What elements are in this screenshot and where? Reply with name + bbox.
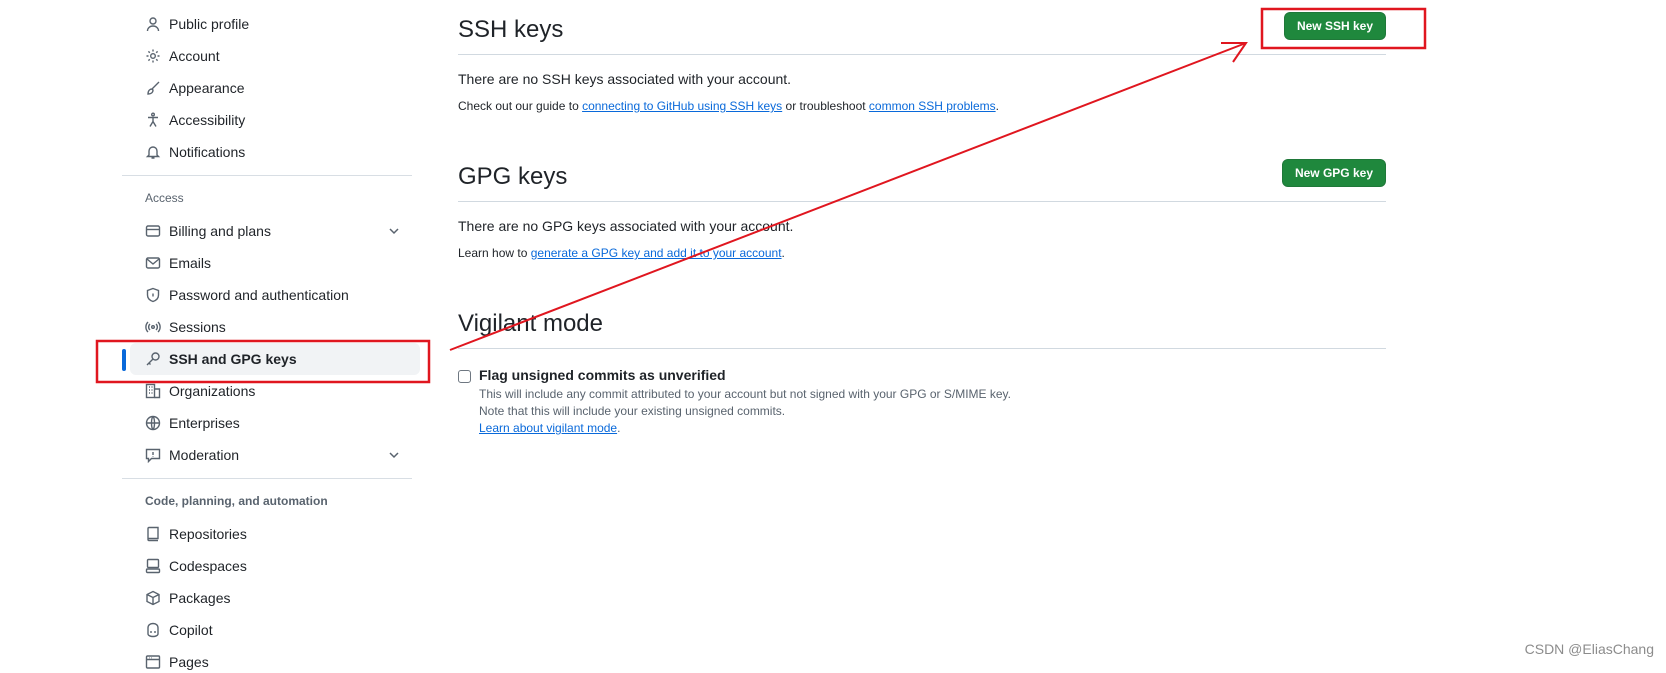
keys-main-content: SSH keys New SSH key There are no SSH ke… — [458, 0, 1386, 437]
sidebar-item-label: Billing and plans — [169, 223, 271, 239]
gpg-guide-link[interactable]: generate a GPG key and add it to your ac… — [531, 246, 782, 260]
sidebar-item-label: Accessibility — [169, 112, 246, 128]
ssh-guide-prefix: Check out our guide to — [458, 99, 583, 113]
gpg-guide-prefix: Learn how to — [458, 246, 531, 260]
sidebar-item-accessibility[interactable]: Accessibility — [130, 104, 420, 136]
new-gpg-key-button[interactable]: New GPG key — [1281, 159, 1386, 187]
sidebar-divider — [122, 175, 412, 176]
sidebar-item-label: Sessions — [169, 319, 226, 335]
vigilant-mode-title: Vigilant mode — [458, 310, 603, 337]
sidebar-item-label: Packages — [169, 590, 231, 606]
section-divider — [458, 201, 1386, 202]
person-icon — [145, 16, 161, 32]
shield-lock-icon — [145, 287, 161, 303]
sidebar-item-label: Enterprises — [169, 415, 240, 431]
settings-sidebar: Public profile Account Appearance Access… — [122, 8, 420, 673]
ssh-keys-title: SSH keys — [458, 16, 564, 43]
sidebar-item-appearance[interactable]: Appearance — [130, 72, 420, 104]
sidebar-item-repositories[interactable]: Repositories — [130, 518, 420, 550]
sidebar-item-label: Repositories — [169, 526, 247, 542]
sidebar-item-label: Notifications — [169, 144, 246, 160]
sidebar-item-label: SSH and GPG keys — [169, 351, 297, 367]
sidebar-heading-access: Access — [145, 191, 184, 205]
vigilant-checkbox-row: Flag unsigned commits as unverified This… — [458, 367, 1386, 437]
sidebar-item-label: Public profile — [169, 16, 250, 32]
sidebar-item-account[interactable]: Account — [130, 40, 420, 72]
accessibility-icon — [145, 112, 161, 128]
gpg-keys-section: GPG keys New GPG key There are no GPG ke… — [458, 147, 1386, 264]
sidebar-item-password[interactable]: Password and authentication — [130, 279, 420, 311]
vigilant-mode-checkbox[interactable] — [458, 370, 471, 383]
sidebar-item-emails[interactable]: Emails — [130, 247, 420, 279]
vigilant-mode-section: Vigilant mode Flag unsigned commits as u… — [458, 294, 1386, 437]
bell-icon — [145, 144, 161, 160]
gpg-empty-message: There are no GPG keys associated with yo… — [458, 218, 794, 234]
sidebar-item-sessions[interactable]: Sessions — [130, 311, 420, 343]
broadcast-icon — [145, 319, 161, 335]
browser-icon — [145, 654, 161, 670]
sidebar-item-label: Moderation — [169, 447, 240, 463]
sidebar-item-moderation[interactable]: Moderation — [130, 439, 420, 471]
paintbrush-icon — [145, 80, 161, 96]
vigilant-checkbox-label[interactable]: Flag unsigned commits as unverified — [479, 367, 1011, 383]
sidebar-item-notifications[interactable]: Notifications — [130, 136, 420, 168]
chevron-down-icon[interactable] — [386, 223, 402, 239]
repo-icon — [145, 526, 161, 542]
organization-icon — [145, 383, 161, 399]
ssh-guide-text: Check out our guide to connecting to Git… — [458, 99, 1386, 117]
vigilant-learn-text: Learn about vigilant mode. — [479, 420, 1011, 437]
sidebar-item-organizations[interactable]: Organizations — [130, 375, 420, 407]
vigilant-checkbox-content: Flag unsigned commits as unverified This… — [479, 367, 1011, 437]
ssh-guide-link[interactable]: connecting to GitHub using SSH keys — [582, 99, 782, 113]
sidebar-item-copilot[interactable]: Copilot — [130, 614, 420, 646]
section-divider — [458, 54, 1386, 55]
sidebar-item-label: Pages — [169, 654, 209, 670]
mail-icon — [145, 255, 161, 271]
sidebar-item-public-profile[interactable]: Public profile — [130, 8, 420, 40]
new-ssh-key-button[interactable]: New SSH key — [1283, 12, 1386, 40]
chevron-down-icon[interactable] — [386, 447, 402, 463]
sidebar-item-label: Account — [169, 48, 220, 64]
vigilant-note-line2: Note that this will include your existin… — [479, 404, 786, 418]
sidebar-item-label: Password and authentication — [169, 287, 349, 303]
sidebar-item-label: Copilot — [169, 622, 213, 638]
gpg-guide-suffix: . — [781, 246, 785, 260]
sidebar-item-label: Appearance — [169, 80, 245, 96]
sidebar-item-label: Emails — [169, 255, 212, 271]
ssh-keys-section: SSH keys New SSH key There are no SSH ke… — [458, 0, 1386, 117]
sidebar-item-pages[interactable]: Pages — [130, 646, 420, 673]
vigilant-note-line1: This will include any commit attributed … — [479, 387, 1012, 401]
section-divider — [458, 348, 1386, 349]
copilot-icon — [145, 622, 161, 638]
package-icon — [145, 590, 161, 606]
key-icon — [145, 351, 161, 367]
watermark: CSDN @EliasChang — [1524, 641, 1654, 657]
sidebar-item-label: Organizations — [169, 383, 256, 399]
sidebar-item-codespaces[interactable]: Codespaces — [130, 550, 420, 582]
settings-page: Public profile Account Appearance Access… — [0, 0, 1666, 673]
gpg-guide-text: Learn how to generate a GPG key and add … — [458, 246, 1386, 264]
gear-icon — [145, 48, 161, 64]
codespaces-icon — [145, 558, 161, 574]
sidebar-item-enterprises[interactable]: Enterprises — [130, 407, 420, 439]
sidebar-item-billing[interactable]: Billing and plans — [130, 215, 420, 247]
vigilant-learn-link[interactable]: Learn about vigilant mode — [479, 421, 617, 435]
sidebar-item-label: Codespaces — [169, 558, 247, 574]
report-icon — [145, 447, 161, 463]
ssh-guide-suffix: . — [995, 99, 999, 113]
globe-icon — [145, 415, 161, 431]
vigilant-learn-suffix: . — [617, 421, 621, 435]
sidebar-divider — [122, 478, 412, 479]
gpg-keys-title: GPG keys — [458, 163, 568, 190]
sidebar-heading-code: Code, planning, and automation — [145, 494, 328, 508]
ssh-guide-mid: or troubleshoot — [782, 99, 869, 113]
ssh-empty-message: There are no SSH keys associated with yo… — [458, 71, 792, 87]
sidebar-item-packages[interactable]: Packages — [130, 582, 420, 614]
credit-card-icon — [145, 223, 161, 239]
sidebar-item-ssh-gpg-keys[interactable]: SSH and GPG keys — [122, 343, 420, 375]
ssh-problems-link[interactable]: common SSH problems — [869, 99, 996, 113]
